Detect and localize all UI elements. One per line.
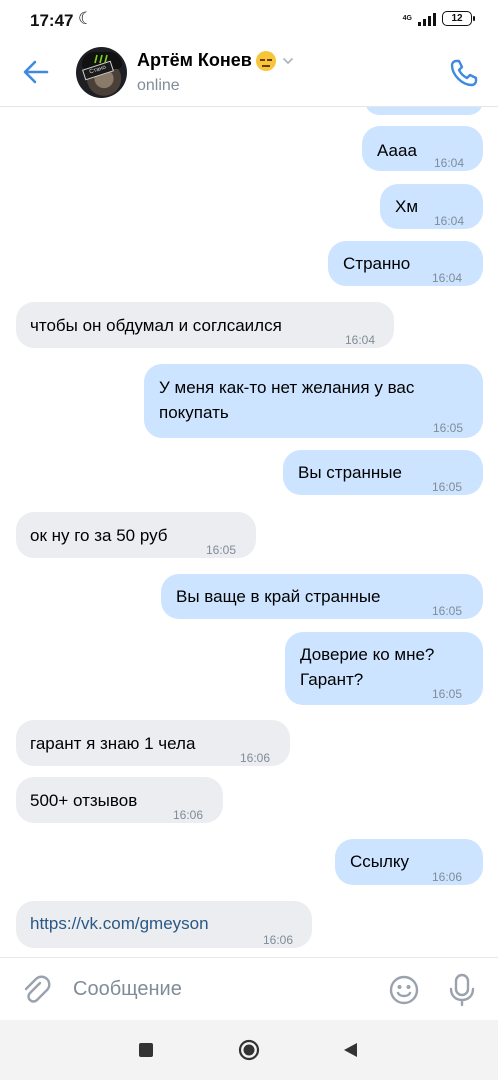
chevron-down-icon[interactable] bbox=[282, 55, 294, 67]
paperclip-icon[interactable] bbox=[20, 974, 52, 1006]
message-text: Странно bbox=[343, 254, 411, 273]
message-time: 16:05 bbox=[433, 421, 464, 435]
message-time: 16:04 bbox=[432, 271, 463, 285]
home-icon[interactable] bbox=[238, 1039, 260, 1061]
message-time: 16:04 bbox=[434, 156, 465, 170]
message-text: Хм bbox=[395, 197, 419, 216]
arrow-left-icon[interactable] bbox=[22, 58, 50, 86]
message-time: 16:05 bbox=[432, 604, 463, 618]
contact-name-text: Артём Конев bbox=[137, 50, 252, 70]
message-time: 16:06 bbox=[432, 870, 463, 884]
message-time: 16:04 bbox=[434, 214, 465, 228]
message-time: 16:05 bbox=[206, 543, 237, 557]
message-time: 16:06 bbox=[173, 808, 204, 822]
message-text: ок ну го за 50 руб bbox=[30, 526, 168, 545]
message-bubble-outgoing[interactable]: Хм 16:04 bbox=[380, 184, 483, 229]
back-triangle-icon[interactable] bbox=[342, 1042, 358, 1058]
message-bubble-outgoing[interactable]: Аааа 16:04 bbox=[362, 126, 483, 171]
message-text-line: Доверие ко мне? bbox=[300, 645, 435, 664]
message-bubble-incoming[interactable]: ок ну го за 50 руб 16:05 bbox=[16, 512, 256, 558]
message-time: 16:06 bbox=[263, 933, 294, 947]
message-text: Ссылку bbox=[350, 852, 410, 871]
message-bubble-outgoing[interactable]: У меня как-то нет желания у вас покупать… bbox=[144, 364, 483, 438]
chat-header: Стано Артём Конев online bbox=[0, 40, 498, 107]
message-bubble-outgoing[interactable]: Странно 16:04 bbox=[328, 241, 483, 286]
message-link[interactable]: https://vk.com/gmeyson bbox=[30, 912, 209, 936]
message-bubble-outgoing[interactable]: Ссылку 16:06 bbox=[335, 839, 483, 885]
status-bar: 17:47 ☾ 4G 12 bbox=[0, 0, 498, 40]
moon-icon: ☾ bbox=[78, 9, 94, 28]
message-text: Вы странные bbox=[298, 463, 402, 482]
contact-status: online bbox=[137, 77, 180, 94]
message-time: 16:05 bbox=[432, 687, 463, 701]
message-text-line: У меня как-то нет желания у вас bbox=[159, 378, 415, 397]
message-time: 16:06 bbox=[240, 751, 271, 765]
message-bubble-incoming[interactable]: https://vk.com/gmeyson 16:06 bbox=[16, 901, 312, 948]
message-time: 16:05 bbox=[432, 480, 463, 494]
status-time: 17:47 bbox=[30, 11, 74, 30]
message-text: Аааа bbox=[377, 141, 417, 160]
message-text: чтобы он обдумал и соглсаился bbox=[30, 316, 282, 335]
composer-bar: Сообщение bbox=[0, 957, 498, 1021]
message-text: Вы ваще в край странные bbox=[176, 587, 381, 606]
battery-icon: 12 bbox=[442, 11, 475, 26]
signal-icon bbox=[418, 12, 436, 26]
recent-apps-icon[interactable] bbox=[139, 1043, 153, 1057]
message-text-line: Гарант? bbox=[300, 670, 364, 689]
system-nav-bar bbox=[0, 1020, 498, 1080]
message-bubble-outgoing[interactable]: Вы ваще в край странные 16:05 bbox=[161, 574, 483, 619]
message-text: 500+ отзывов bbox=[30, 791, 138, 810]
message-bubble-outgoing[interactable]: Вы странные 16:05 bbox=[283, 450, 483, 495]
message-bubble-incoming[interactable]: чтобы он обдумал и соглсаился 16:04 bbox=[16, 302, 394, 348]
microphone-icon[interactable] bbox=[447, 973, 477, 1007]
avatar[interactable]: Стано bbox=[76, 47, 127, 98]
network-type: 4G bbox=[402, 15, 412, 22]
contact-name[interactable]: Артём Конев bbox=[137, 50, 294, 71]
message-text: гарант я знаю 1 чела bbox=[30, 734, 196, 753]
battery-level: 12 bbox=[451, 13, 463, 24]
message-bubble-partial bbox=[365, 107, 483, 115]
smile-icon[interactable] bbox=[388, 974, 420, 1006]
message-bubble-incoming[interactable]: гарант я знаю 1 чела 16:06 bbox=[16, 720, 290, 766]
message-bubble-outgoing[interactable]: Доверие ко мне? Гарант? 16:05 bbox=[285, 632, 483, 705]
phone-icon[interactable] bbox=[448, 57, 480, 89]
message-bubble-incoming[interactable]: 500+ отзывов 16:06 bbox=[16, 777, 223, 823]
message-text-line: покупать bbox=[159, 403, 229, 422]
message-time: 16:04 bbox=[345, 333, 376, 347]
status-indicators: 4G 12 bbox=[402, 11, 475, 26]
message-input[interactable]: Сообщение bbox=[73, 978, 182, 1001]
message-list[interactable]: Аааа 16:04 Хм 16:04 Странно 16:04 чтобы … bbox=[0, 107, 498, 956]
expressionless-face-emoji bbox=[255, 50, 276, 71]
